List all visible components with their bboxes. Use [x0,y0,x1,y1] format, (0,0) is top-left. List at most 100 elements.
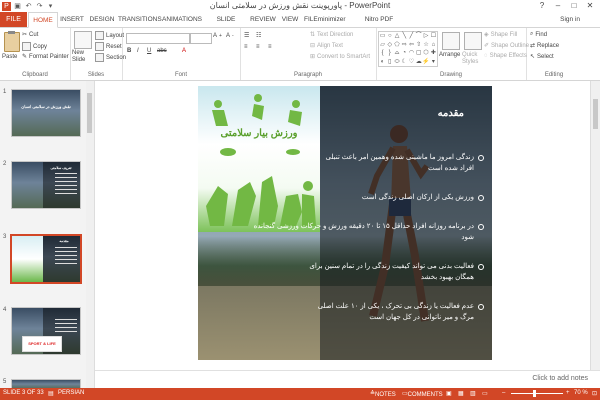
italic-icon[interactable]: I [137,48,139,54]
layout-button[interactable]: Layout [95,31,124,40]
shape-fill-button[interactable]: ◈ Shape Fill [484,31,518,39]
slide-thumbnail-2[interactable]: تعريف سلامتی [11,161,81,209]
numbering-icon[interactable]: ☷ [256,32,261,39]
align-text-button[interactable]: ⊟ Align Text [310,42,343,50]
help-button[interactable]: ? [534,0,550,12]
window-controls: ? – □ ✕ [534,0,598,12]
select-button[interactable]: ↖ Select [530,53,554,61]
scissors-icon: ✂ [22,32,28,38]
convert-smartart-button[interactable]: ⊞ Convert to SmartArt [310,53,370,61]
tab-design[interactable]: DESIGN [88,12,116,27]
bullets-icon[interactable]: ☰ [244,32,249,39]
bullet-item: ورزش یکی از ارکان اصلی زندگی است [312,192,484,203]
picture-title: ورزش بیار سلامتی [220,128,298,139]
normal-view-icon[interactable]: ▣ [446,390,452,397]
drawing-group-label: Drawing [439,72,462,78]
spellcheck-icon[interactable]: ▤ [48,390,54,397]
copy-button[interactable]: Copy [22,42,47,51]
new-slide-button[interactable]: New Slide [72,50,94,64]
slide-thumbnail-4[interactable]: SPORT & LIFE [11,307,81,355]
slide-bullet-list[interactable]: زندگی امروز ما ماشینی شده وهمین امر باعث… [254,152,484,341]
reset-button[interactable]: Reset [95,42,122,51]
shape-outline-button[interactable]: ✐ Shape Outline [484,42,529,50]
shape-effects-button[interactable]: ◌ Shape Effects [484,53,527,59]
thumb-background [12,90,80,136]
new-slide-icon[interactable] [74,31,92,49]
thumb-number: 2 [3,161,7,167]
slide-thumbnail-3[interactable]: مقدمه [10,234,82,284]
text-direction-button[interactable]: ⇅ Text Direction [310,31,353,39]
font-size-combo[interactable] [190,33,212,44]
thumbnails-scrollbar[interactable] [86,81,95,388]
paragraph-group: ☰ ☷ ≡ ≡ ≡ ⇅ Text Direction ⊟ Align Text ⊞ C… [240,28,377,80]
comments-label: COMMENTS [407,392,443,398]
zoom-in-icon[interactable]: + [566,390,570,396]
paste-button[interactable]: Paste [2,54,17,60]
shrink-font-icon[interactable]: A- [226,33,234,39]
sign-in-link[interactable]: Sign in [560,12,580,27]
comments-button[interactable]: ▭ COMMENTS [402,390,443,398]
zoom-out-icon[interactable]: – [502,390,505,396]
sport-health-picture[interactable]: ورزش بیار سلامتی [198,86,320,232]
slides-group: New Slide Layout Reset Section Slides [70,28,126,80]
zoom-level[interactable]: 70 % [574,390,588,396]
align-left-icon[interactable]: ≡ [244,44,248,50]
strikethrough-icon[interactable]: abc [157,48,167,54]
tab-file[interactable]: FILE [0,12,27,27]
bullet-item: در برنامه روزانه افراد حداقل ۱۵ تا ۲۰ دق… [252,221,484,243]
replace-icon: ⇄ [530,43,536,49]
slide-thumbnail-1[interactable]: نقش ورزش در سلامتی انسان [11,89,81,137]
current-slide[interactable]: ورزش بیار سلامتی مقدمه زندگی امروز ما ما… [198,86,492,360]
slide-scrollbar[interactable] [590,81,600,370]
maximize-button[interactable]: □ [566,0,582,12]
font-color-icon[interactable]: A [182,48,186,54]
tab-insert[interactable]: INSERT [58,12,86,27]
grow-font-icon[interactable]: A + [213,33,222,39]
slide-thumbnails-pane[interactable]: 1 نقش ورزش در سلامتی انسان 2 تعريف سلامت… [0,81,87,390]
align-right-icon[interactable]: ≡ [268,44,272,50]
shape-fill-label: Shape Fill [490,31,518,38]
arrange-icon[interactable] [442,32,460,50]
slide-editing-area[interactable]: ورزش بیار سلامتی مقدمه زندگی امروز ما ما… [95,81,591,370]
reading-view-icon[interactable]: ▥ [470,390,476,397]
minimize-button[interactable]: – [550,0,566,12]
slide-title[interactable]: مقدمه [438,108,464,119]
scrollbar-thumb[interactable] [593,99,598,129]
effects-icon: ◌ [484,53,488,59]
paste-icon[interactable] [4,31,20,52]
zoom-slider[interactable] [511,390,563,397]
font-group: A + A- B I U abc A Font [122,28,241,80]
shapes-gallery[interactable]: ▭ ○ △ ╲ ╱ ⌒ ▷ ☐ ▱ ◇ ⬠ ⇨ ⇦ ⇧ ☆ ⌂ {} ⌓ ◔ ◠ ▢ ⬡ ✚ ◐ ▯ ⬭ ☾ ♡ ☁ ⚡ ▾ [378,31,438,67]
thumb-number: 1 [3,89,7,95]
tab-review[interactable]: REVIEW [250,12,276,27]
replace-button[interactable]: ⇄ Replace [530,42,559,50]
find-button[interactable]: ⌕ Find [530,31,547,38]
fit-to-window-icon[interactable]: ⊡ [592,390,597,397]
tab-slide-show[interactable]: SLIDE SHOW [206,12,246,38]
align-center-icon[interactable]: ≡ [256,44,260,50]
close-button[interactable]: ✕ [582,0,598,12]
notes-placeholder[interactable]: Click to add notes [532,375,588,382]
bold-icon[interactable]: B [127,48,131,54]
format-painter-button[interactable]: ✎ Format Painter [22,53,69,61]
quick-styles-button[interactable]: Quick Styles [462,52,482,66]
tab-view[interactable]: VIEW [280,12,300,27]
notes-pane[interactable]: Click to add notes [95,370,600,389]
arrange-button[interactable]: Arrange [439,52,460,58]
underline-icon[interactable]: U [147,48,151,54]
tab-nitro-pdf[interactable]: Nitro PDF Professional [348,12,410,38]
font-name-combo[interactable] [126,33,190,44]
tab-transitions[interactable]: TRANSITIONS [118,12,162,27]
scrollbar-thumb[interactable] [87,93,92,133]
quick-styles-icon[interactable] [464,32,482,50]
tab-fileminimizer[interactable]: FILEminimizer [304,12,346,27]
slide-show-icon[interactable]: ▭ [482,390,488,397]
tab-animations[interactable]: ANIMATIONS [162,12,202,27]
language-indicator[interactable]: PERSIAN [58,390,84,396]
sports-silhouettes-icon [206,94,316,226]
cut-button[interactable]: ✂ Cut [22,31,38,39]
tab-home[interactable]: HOME [28,12,58,28]
notes-button[interactable]: ≙ NOTES [370,390,396,398]
slide-sorter-icon[interactable]: ▦ [458,390,464,397]
select-label: Select [537,53,554,60]
